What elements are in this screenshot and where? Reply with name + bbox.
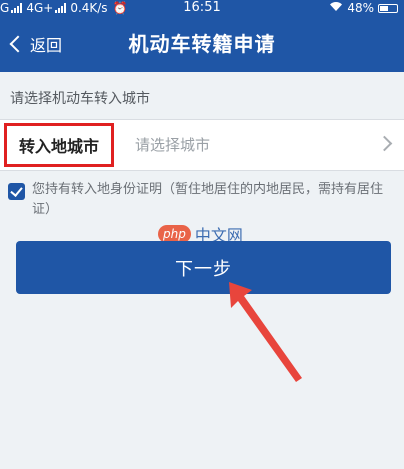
screen: G 4G+ 0.4K/s ⏰ 16:51 48% 返回 机动车转籍申请 请选择机… xyxy=(0,0,404,469)
id-confirm-row: 您持有转入地身份证明（暂住地居住的内地居民，需持有居住证） xyxy=(8,180,396,220)
city-placeholder: 请选择城市 xyxy=(135,136,211,154)
back-button[interactable]: 返回 xyxy=(8,16,62,72)
wifi-icon xyxy=(329,0,343,16)
section-label: 请选择机动车转入城市 xyxy=(10,91,150,107)
next-step-button[interactable]: 下一步 xyxy=(16,241,391,294)
back-label: 返回 xyxy=(30,36,63,55)
battery-fill xyxy=(380,5,388,11)
status-bar: G 4G+ 0.4K/s ⏰ 16:51 48% xyxy=(0,0,404,16)
status-right: 48% xyxy=(329,0,398,16)
chevron-left-icon xyxy=(9,35,27,53)
annotation-arrow-shape xyxy=(229,282,302,382)
battery-icon xyxy=(378,3,398,13)
battery-percent: 48% xyxy=(347,1,374,15)
navbar: 返回 机动车转籍申请 xyxy=(0,16,404,72)
city-label: 转入地城市 xyxy=(4,123,114,167)
city-select-row[interactable]: 转入地城市 请选择城市 xyxy=(0,119,404,171)
id-confirm-checkbox[interactable] xyxy=(8,183,25,200)
chevron-right-icon xyxy=(376,135,393,152)
id-confirm-text: 您持有转入地身份证明（暂住地居住的内地居民，需持有居住证） xyxy=(32,182,384,217)
